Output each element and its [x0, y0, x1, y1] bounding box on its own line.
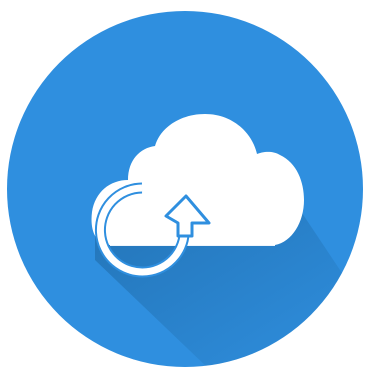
cloud-sync-icon — [7, 11, 363, 367]
icon-canvas — [0, 0, 369, 381]
cloud-bottom-edge — [110, 245, 275, 246]
